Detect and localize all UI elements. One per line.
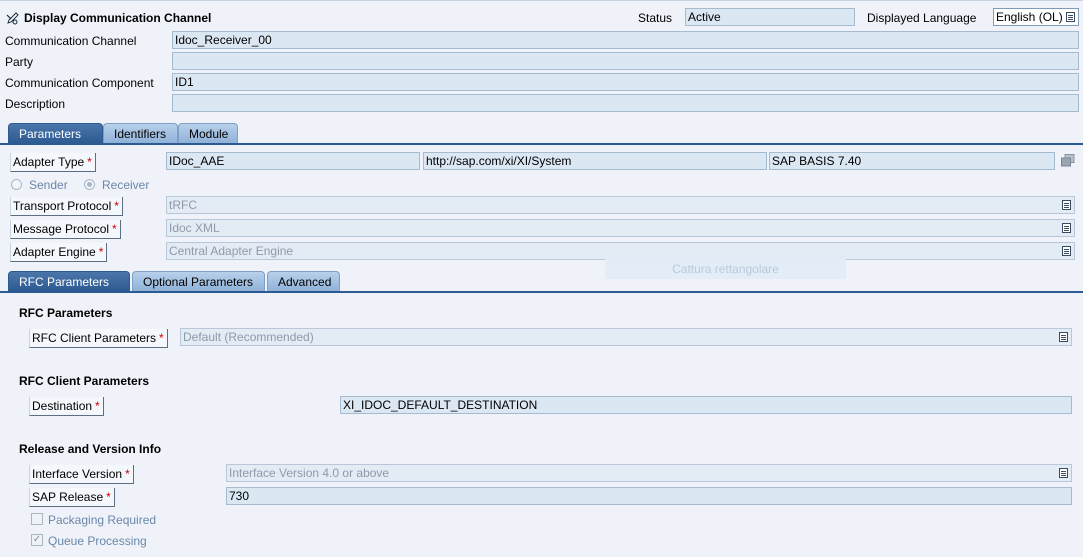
message-protocol-select[interactable]: Idoc XML — [166, 219, 1075, 237]
description-field[interactable] — [172, 94, 1079, 112]
language-label: Displayed Language — [867, 11, 977, 25]
required-marker: * — [159, 331, 164, 345]
interface-version-label[interactable]: Interface Version * — [29, 465, 134, 484]
interface-version-value: Interface Version 4.0 or above — [229, 466, 390, 480]
interface-version-select[interactable]: Interface Version 4.0 or above — [226, 464, 1072, 482]
required-marker: * — [98, 245, 104, 259]
sap-release-field[interactable]: 730 — [226, 487, 1072, 505]
section-release-version: Release and Version Info — [19, 442, 162, 456]
message-protocol-value: Idoc XML — [169, 221, 220, 235]
channel-field[interactable]: Idoc_Receiver_00 — [172, 31, 1079, 49]
dropdown-icon[interactable] — [1062, 246, 1071, 256]
adapter-engine-label[interactable]: Adapter Engine * — [10, 243, 108, 262]
destination-label[interactable]: Destination * — [29, 397, 104, 416]
receiver-radio[interactable] — [84, 179, 95, 190]
dropdown-icon[interactable] — [1066, 12, 1075, 22]
queue-checkbox[interactable]: ✓ — [31, 534, 43, 546]
transport-protocol-label[interactable]: Transport Protocol * — [10, 197, 123, 216]
required-marker: * — [87, 155, 92, 169]
interface-version-text: Interface Version — [32, 467, 123, 481]
sender-radio[interactable] — [11, 179, 22, 190]
message-protocol-text: Message Protocol — [13, 222, 110, 236]
dropdown-icon[interactable] — [1062, 200, 1071, 210]
status-field: Active — [685, 8, 855, 26]
rfc-client-params-value: Default (Recommended) — [183, 330, 314, 344]
tab-advanced[interactable]: Advanced — [267, 271, 340, 291]
party-field[interactable] — [172, 52, 1079, 70]
adapter-swc-field[interactable]: SAP BASIS 7.40 — [769, 152, 1055, 170]
tab-parameters[interactable]: Parameters — [8, 123, 103, 143]
section-rfc-client-parameters: RFC Client Parameters — [19, 374, 150, 388]
component-field[interactable]: ID1 — [172, 73, 1079, 91]
tab-module[interactable]: Module — [178, 123, 238, 143]
adapter-engine-select[interactable]: Central Adapter Engine — [166, 242, 1075, 260]
status-label: Status — [638, 11, 673, 25]
party-label: Party — [5, 55, 34, 69]
destination-field[interactable]: XI_IDOC_DEFAULT_DESTINATION — [340, 396, 1072, 414]
receiver-label: Receiver — [102, 178, 150, 192]
packaging-label: Packaging Required — [48, 513, 157, 527]
required-marker: * — [106, 490, 111, 504]
tab-identifiers[interactable]: Identifiers — [103, 123, 178, 143]
copy-icon[interactable] — [1061, 154, 1075, 167]
dropdown-icon[interactable] — [1059, 332, 1068, 342]
language-value: English (OL) — [996, 10, 1063, 24]
message-protocol-label[interactable]: Message Protocol * — [10, 220, 121, 239]
transport-protocol-select[interactable]: tRFC — [166, 196, 1075, 214]
capture-overlay: Cattura rettangolare — [605, 259, 846, 279]
dropdown-icon[interactable] — [1059, 468, 1068, 478]
adapter-type-label[interactable]: Adapter Type * — [10, 153, 96, 172]
tab-rfc-parameters[interactable]: RFC Parameters — [8, 271, 130, 291]
transport-protocol-text: Transport Protocol — [13, 199, 112, 213]
required-marker: * — [125, 467, 130, 481]
transport-protocol-value: tRFC — [169, 198, 197, 212]
rfc-client-params-select[interactable]: Default (Recommended) — [180, 328, 1072, 346]
required-marker: * — [95, 399, 100, 413]
adapter-namespace-field[interactable]: http://sap.com/xi/XI/System — [423, 152, 767, 170]
sender-label: Sender — [29, 178, 68, 192]
adapter-type-field[interactable]: IDoc_AAE — [166, 152, 420, 170]
page-title: Display Communication Channel — [24, 11, 212, 25]
queue-label: Queue Processing — [48, 534, 147, 548]
sap-release-text: SAP Release — [32, 490, 104, 504]
language-select[interactable]: English (OL) — [993, 8, 1079, 26]
rfc-client-params-text: RFC Client Parameters — [32, 331, 157, 345]
rfc-client-params-label[interactable]: RFC Client Parameters * — [29, 329, 168, 348]
tab-optional-parameters[interactable]: Optional Parameters — [132, 271, 265, 291]
destination-text: Destination — [32, 399, 93, 413]
adapter-type-text: Adapter Type — [13, 155, 85, 169]
sub-tab-bar: RFC Parameters Optional Parameters Advan… — [8, 271, 408, 291]
required-marker: * — [114, 199, 119, 213]
adapter-engine-value: Central Adapter Engine — [169, 244, 294, 258]
component-label: Communication Component — [5, 76, 154, 90]
dropdown-icon[interactable] — [1062, 223, 1071, 233]
main-tab-bar: Parameters Identifiers Module — [8, 123, 408, 143]
sap-release-label[interactable]: SAP Release * — [29, 488, 115, 507]
adapter-engine-text: Adapter Engine — [13, 245, 96, 259]
section-rfc-parameters: RFC Parameters — [19, 306, 113, 320]
pencil-display-icon — [6, 11, 20, 25]
packaging-checkbox[interactable] — [31, 513, 43, 525]
channel-label: Communication Channel — [5, 34, 137, 48]
required-marker: * — [112, 222, 117, 236]
description-label: Description — [5, 97, 66, 111]
